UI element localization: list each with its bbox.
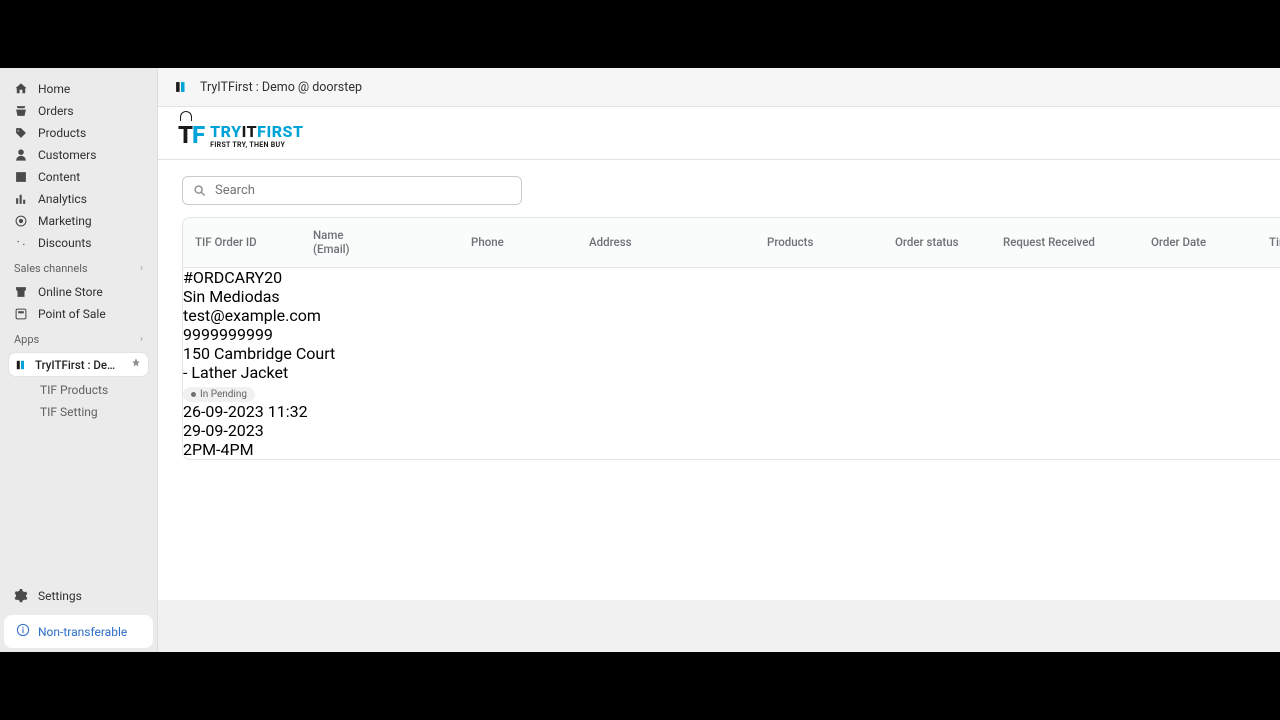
order-id-link[interactable]: #ORDCARY20 — [183, 268, 1280, 287]
content-icon — [14, 170, 28, 184]
nav-products[interactable]: Products — [8, 122, 149, 144]
discounts-icon — [14, 236, 28, 250]
section-label: Apps — [14, 333, 39, 346]
chevron-right-icon: › — [140, 334, 143, 345]
nav-analytics[interactable]: Analytics — [8, 188, 149, 210]
sidebar: Home Orders Products Customers Content A… — [0, 68, 158, 652]
app-sub-tif-products[interactable]: TIF Products — [8, 379, 149, 401]
th-request-received: Request Received — [1003, 235, 1143, 249]
orders-table: TIF Order ID Name (Email) Phone Address … — [182, 217, 1280, 460]
th-order-id: TIF Order ID — [195, 235, 305, 249]
store-icon — [14, 285, 28, 299]
products-cell: - Lather Jacket — [183, 363, 1280, 382]
customer-name: Sin Mediodas — [183, 287, 1280, 306]
nav-label: Discounts — [38, 236, 91, 250]
nav-label: Marketing — [38, 214, 92, 228]
topbar: TryITFirst : Demo @ doorstep ⋯ — [158, 68, 1280, 107]
orders-icon — [14, 104, 28, 118]
th-time-slot: Time Slot — [1269, 235, 1280, 249]
nav-discounts[interactable]: Discounts — [8, 232, 149, 254]
th-phone: Phone — [471, 235, 581, 249]
status-dot-icon — [191, 392, 196, 397]
nav-customers[interactable]: Customers — [8, 144, 149, 166]
nav-label: Products — [38, 126, 86, 140]
toolbar: Filter — [158, 160, 1280, 217]
nav-label: Customers — [38, 148, 96, 162]
home-icon — [14, 82, 28, 96]
th-order-date: Order Date — [1151, 235, 1261, 249]
marketing-icon — [14, 214, 28, 228]
pos-icon — [14, 307, 28, 321]
app-sub-tif-setting[interactable]: TIF Setting — [8, 401, 149, 423]
nav-label: Orders — [38, 104, 74, 118]
request-received-cell: 26-09-2023 11:32 — [183, 402, 1280, 421]
nav-online-store[interactable]: Online Store — [8, 281, 149, 303]
nav-label: Online Store — [38, 285, 103, 299]
pagination: ‹ › — [158, 600, 1280, 652]
app-icon — [172, 78, 190, 96]
products-icon — [14, 126, 28, 140]
nav-pos[interactable]: Point of Sale — [8, 303, 149, 325]
address-cell: 150 Cambridge Court — [183, 344, 1280, 363]
nav-home[interactable]: Home — [8, 78, 149, 100]
nav-content[interactable]: Content — [8, 166, 149, 188]
customer-email-link[interactable]: test@example.com — [183, 306, 1280, 325]
active-app-label: TryITFirst : Demo @ d... — [35, 358, 122, 372]
analytics-icon — [14, 192, 28, 206]
search-icon — [193, 184, 207, 198]
status-cell: In Pending — [183, 382, 1280, 402]
brand-header: TF TRYITFIRST FIRST TRY, THEN BUY — [158, 107, 1280, 160]
settings-label: Settings — [38, 589, 82, 603]
non-transferable-banner[interactable]: Non-transferable — [4, 615, 153, 648]
table-header: TIF Order ID Name (Email) Phone Address … — [183, 218, 1280, 268]
section-label: Sales channels — [14, 262, 88, 275]
pin-icon[interactable] — [130, 357, 142, 372]
info-icon — [16, 623, 30, 640]
status-badge: In Pending — [183, 387, 255, 402]
app-icon — [15, 358, 27, 372]
customers-icon — [14, 148, 28, 162]
active-app-item[interactable]: TryITFirst : Demo @ d... — [8, 352, 149, 377]
nav-label: Content — [38, 170, 80, 184]
gear-icon — [14, 589, 28, 603]
th-address: Address — [589, 235, 759, 249]
th-name-email: Name (Email) — [313, 228, 463, 257]
nav-settings[interactable]: Settings — [0, 583, 157, 609]
nav-label: Analytics — [38, 192, 87, 206]
nav-marketing[interactable]: Marketing — [8, 210, 149, 232]
topbar-title: TryITFirst : Demo @ doorstep — [200, 80, 362, 95]
phone-cell: 9999999999 — [183, 325, 1280, 344]
apps-header[interactable]: Apps › — [0, 327, 157, 350]
non-transferable-label: Non-transferable — [38, 625, 127, 639]
nav-label: Home — [38, 82, 70, 96]
search-field[interactable] — [182, 176, 522, 205]
th-products: Products — [767, 235, 887, 249]
sales-channels-header[interactable]: Sales channels › — [0, 256, 157, 279]
time-slot-cell: 2PM-4PM — [183, 440, 1280, 459]
name-email-cell: Sin Mediodas test@example.com — [183, 287, 1280, 325]
search-input[interactable] — [215, 183, 511, 198]
main-content: TryITFirst : Demo @ doorstep ⋯ TF TRYITF… — [158, 68, 1280, 652]
chevron-right-icon: › — [140, 263, 143, 274]
nav-label: Point of Sale — [38, 307, 106, 321]
order-date-cell: 29-09-2023 — [183, 421, 1280, 440]
nav-orders[interactable]: Orders — [8, 100, 149, 122]
th-status: Order status — [895, 235, 995, 249]
